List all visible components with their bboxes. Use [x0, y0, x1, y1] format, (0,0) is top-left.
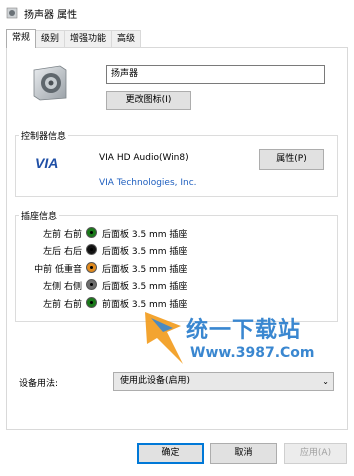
jack-position: 左前 右前	[43, 300, 82, 310]
tab-enhancements[interactable]: 增强功能	[64, 30, 113, 48]
jack-position: 左前 右前	[43, 230, 82, 240]
tab-advanced[interactable]: 高级	[111, 30, 142, 48]
jack-info-title: 插座信息	[19, 209, 60, 222]
jack-position: 中前 低重音	[34, 265, 82, 275]
speaker-small-icon	[6, 7, 18, 19]
cancel-button[interactable]: 取消	[210, 443, 277, 464]
window-title: 扬声器 属性	[24, 9, 78, 21]
device-usage-label: 设备用法:	[19, 379, 59, 389]
jack-color-icon	[86, 244, 97, 255]
watermark-title: 统一下载站	[186, 318, 302, 343]
jack-color-icon	[86, 262, 97, 273]
device-usage-select[interactable]: 使用此设备(启用) ⌄	[113, 372, 334, 391]
speaker-icon	[33, 65, 67, 101]
controller-vendor: VIA Technologies, Inc.	[99, 178, 197, 188]
tab-general[interactable]: 常规	[6, 29, 37, 48]
apply-button[interactable]: 应用(A)	[284, 443, 347, 464]
jack-color-icon	[86, 279, 97, 290]
title-bar: 扬声器 属性	[0, 0, 354, 26]
jack-position: 左侧 右侧	[43, 282, 82, 292]
tab-levels[interactable]: 级别	[35, 30, 66, 48]
controller-name: VIA HD Audio(Win8)	[99, 153, 189, 163]
jack-position: 左后 右后	[43, 247, 82, 257]
device-name-field[interactable]: 扬声器	[106, 65, 325, 84]
ok-button[interactable]: 确定	[137, 443, 204, 464]
controller-info-title: 控制器信息	[19, 129, 69, 142]
change-icon-button[interactable]: 更改图标(I)	[106, 91, 191, 110]
jack-color-icon	[86, 227, 97, 238]
jack-row: 左侧 右侧 后面板 3.5 mm 插座	[15, 277, 335, 293]
watermark-url: Www.3987.Com	[190, 345, 315, 361]
properties-button[interactable]: 属性(P)	[259, 149, 324, 170]
jack-row: 中前 低重音 后面板 3.5 mm 插座	[15, 260, 335, 276]
tab-strip: 常规 级别 增强功能 高级	[6, 29, 142, 48]
jack-description: 后面板 3.5 mm 插座	[102, 230, 188, 240]
jack-description: 后面板 3.5 mm 插座	[102, 265, 188, 275]
chevron-down-icon: ⌄	[322, 377, 329, 386]
jack-description: 后面板 3.5 mm 插座	[102, 282, 188, 292]
jack-row: 左后 右后 后面板 3.5 mm 插座	[15, 242, 335, 258]
via-logo: VIA	[35, 155, 58, 171]
device-usage-value: 使用此设备(启用)	[120, 376, 191, 386]
jack-row: 左前 右前 后面板 3.5 mm 插座	[15, 225, 335, 241]
jack-color-icon	[86, 297, 97, 308]
jack-description: 后面板 3.5 mm 插座	[102, 247, 188, 257]
svg-text:VIA: VIA	[35, 155, 58, 171]
